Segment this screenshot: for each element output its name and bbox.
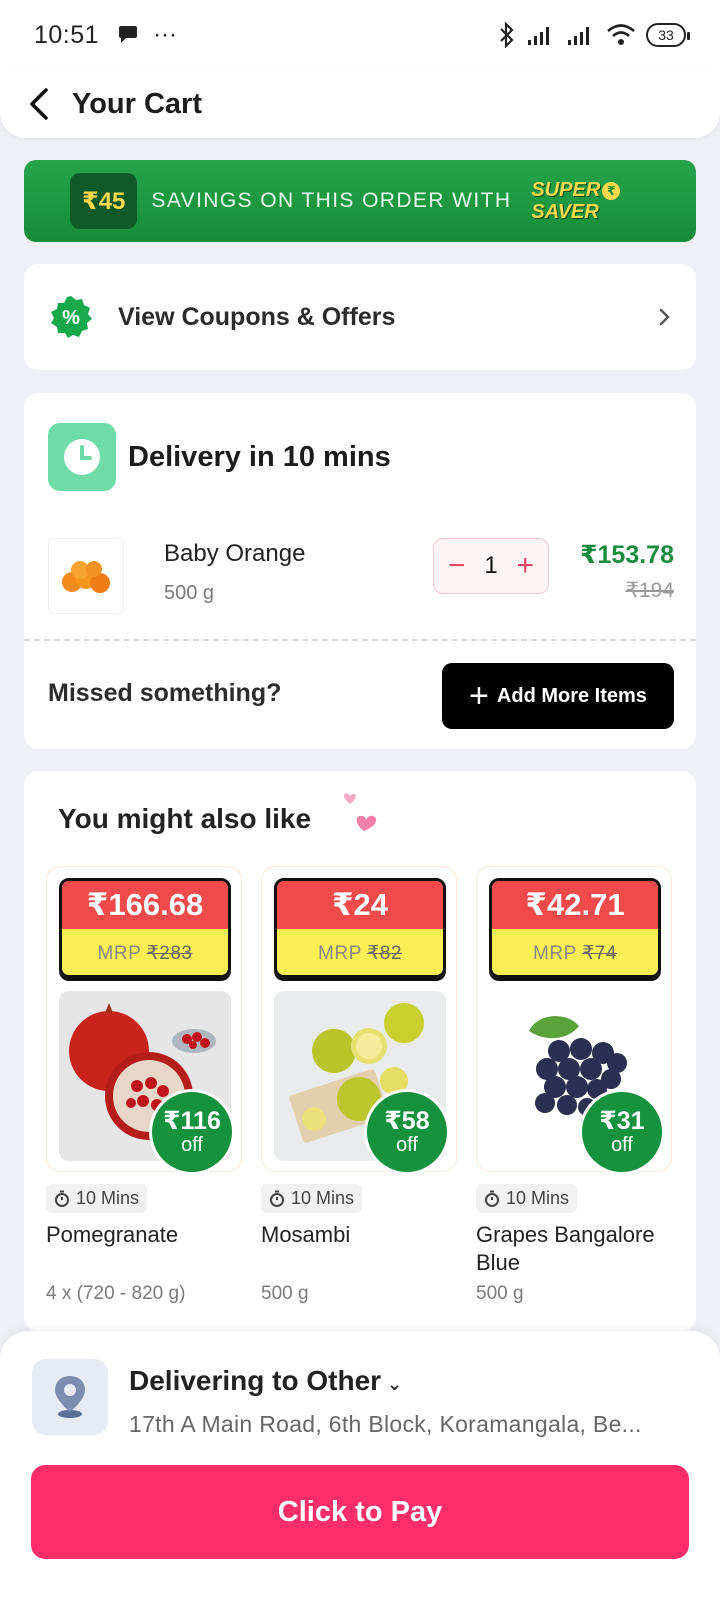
chat-bubble-icon	[119, 26, 138, 43]
item-mrp: ₹194	[625, 579, 674, 602]
product-mrp: ₹74	[582, 943, 617, 964]
header: Your Cart	[0, 70, 720, 138]
coupons-label: View Coupons & Offers	[118, 302, 396, 331]
battery-icon: 33	[646, 23, 690, 47]
product-price: ₹166.68	[62, 881, 228, 929]
item-price: ₹153.78	[580, 541, 674, 569]
price-tag: ₹42.71 MRP ₹74	[489, 878, 661, 978]
product-mrp: ₹283	[146, 943, 193, 964]
coupons-row[interactable]: % View Coupons & Offers	[24, 264, 696, 370]
delivery-card: Delivery in 10 mins Baby Orange 500 g − …	[24, 393, 696, 749]
product-card[interactable]: ₹42.71 MRP ₹74 ₹31 off 10 Mins Grapes Ba…	[476, 866, 672, 1305]
product-name: Grapes Bangalore Blue	[476, 1222, 655, 1275]
missed-something-label: Missed something?	[48, 679, 282, 707]
super-saver-logo: SUPER ₹ SAVER	[531, 179, 621, 223]
status-time: 10:51	[34, 20, 100, 49]
savings-banner: ₹45 SAVINGS ON THIS ORDER WITH SUPER ₹ SA…	[24, 160, 696, 242]
add-more-items-button[interactable]: + Add More Items	[442, 663, 674, 729]
delivery-address: 17th A Main Road, 6th Block, Koramangala…	[129, 1411, 642, 1437]
decrement-button[interactable]: −	[448, 551, 466, 581]
coupon-badge-icon: %	[51, 296, 92, 338]
divider	[24, 639, 696, 641]
status-bar: 10:51 ··· 33	[0, 0, 720, 70]
pay-button[interactable]: Click to Pay	[31, 1465, 689, 1559]
back-button[interactable]	[24, 84, 54, 124]
item-name: Baby Orange	[164, 540, 306, 567]
more-notifications-icon: ···	[153, 21, 178, 48]
signal-icon	[528, 27, 549, 45]
location-pin-icon	[32, 1359, 108, 1435]
plus-icon: +	[469, 677, 489, 715]
svg-text:%: %	[62, 307, 80, 329]
product-quantity: 500 g	[261, 1283, 309, 1304]
clock-icon	[48, 423, 116, 491]
eta-chip: 10 Mins	[261, 1184, 363, 1213]
product-quantity: 4 x (720 - 820 g)	[46, 1283, 186, 1304]
stopwatch-icon	[485, 1190, 499, 1207]
savings-text: SAVINGS ON THIS ORDER WITH	[151, 189, 512, 212]
hearts-icon	[344, 793, 377, 831]
product-mrp: ₹82	[367, 943, 402, 964]
delivery-address-selector[interactable]: Delivering to Other ⌄	[129, 1365, 402, 1397]
product-name: Pomegranate	[46, 1222, 179, 1247]
delivery-title: Delivery in 10 mins	[128, 440, 391, 473]
bluetooth-icon	[500, 22, 514, 48]
product-card[interactable]: ₹24 MRP ₹82 ₹58 off 10 Mins Mosambi 500 …	[261, 866, 457, 1305]
suggestions-card: You might also like ₹166.68 MRP ₹283 ₹11…	[24, 771, 696, 1331]
discount-badge: ₹31 off	[579, 1089, 665, 1175]
product-price: ₹42.71	[492, 881, 658, 929]
discount-badge: ₹116 off	[149, 1089, 235, 1175]
eta-chip: 10 Mins	[46, 1184, 148, 1213]
item-image	[48, 538, 124, 614]
discount-badge: ₹58 off	[364, 1089, 450, 1175]
wifi-icon	[607, 24, 635, 45]
chevron-down-icon: ⌄	[387, 1374, 403, 1394]
savings-amount: ₹45	[70, 173, 138, 229]
stopwatch-icon	[55, 1190, 69, 1207]
product-quantity: 500 g	[476, 1283, 524, 1304]
product-price: ₹24	[277, 881, 443, 929]
price-tag: ₹166.68 MRP ₹283	[59, 878, 231, 978]
page-title: Your Cart	[72, 87, 202, 120]
suggestions-title: You might also like	[58, 803, 312, 834]
signal-icon-2	[568, 27, 589, 45]
product-name: Mosambi	[261, 1222, 351, 1247]
stopwatch-icon	[270, 1190, 284, 1207]
price-tag: ₹24 MRP ₹82	[274, 878, 446, 978]
checkout-sheet: Delivering to Other ⌄ 17th A Main Road, 6…	[0, 1331, 720, 1600]
product-card[interactable]: ₹166.68 MRP ₹283 ₹116 off 10 Mins Pomegr…	[46, 866, 242, 1305]
eta-chip: 10 Mins	[476, 1184, 578, 1213]
increment-button[interactable]: +	[516, 551, 534, 581]
quantity-stepper: − 1 +	[433, 538, 549, 594]
item-weight: 500 g	[164, 582, 215, 604]
quantity-value: 1	[484, 552, 498, 579]
back-arrow-icon	[30, 88, 48, 120]
chevron-right-icon	[659, 308, 670, 326]
cart-item: Baby Orange 500 g − 1 + ₹153.78 ₹194	[48, 538, 674, 618]
